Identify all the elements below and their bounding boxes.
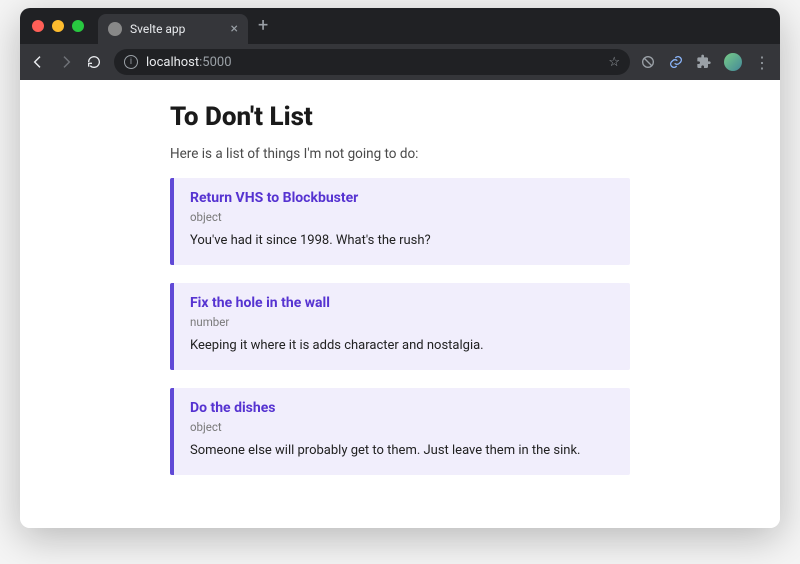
item-description: Keeping it where it is adds character an… [190,337,614,356]
window-maximize-button[interactable] [72,20,84,32]
titlebar: Svelte app × + [20,8,780,44]
browser-window: Svelte app × + i localhost:5000 ☆ [20,8,780,528]
link-icon[interactable] [668,54,684,70]
browser-toolbar: i localhost:5000 ☆ ⋮ [20,44,780,80]
item-title: Return VHS to Blockbuster [190,190,614,206]
item-description: You've had it since 1998. What's the rus… [190,232,614,251]
list-item: Return VHS to Blockbuster object You've … [170,178,630,265]
page-title: To Don't List [170,102,630,132]
item-description: Someone else will probably get to them. … [190,442,614,461]
bookmark-star-icon[interactable]: ☆ [608,55,620,70]
toolbar-right: ⋮ [640,53,770,72]
window-close-button[interactable] [32,20,44,32]
window-controls [32,20,84,32]
item-type: number [190,315,614,329]
page-intro: Here is a list of things I'm not going t… [170,146,630,162]
new-tab-button[interactable]: + [258,17,268,35]
list-item: Do the dishes object Someone else will p… [170,388,630,475]
tab-favicon [108,22,122,36]
back-button[interactable] [30,54,48,70]
item-type: object [190,210,614,224]
item-type: object [190,420,614,434]
item-title: Do the dishes [190,400,614,416]
window-minimize-button[interactable] [52,20,64,32]
browser-menu-button[interactable]: ⋮ [754,53,770,72]
page-content: To Don't List Here is a list of things I… [170,102,630,475]
reload-button[interactable] [86,54,104,70]
address-port: :5000 [199,55,231,70]
browser-tab[interactable]: Svelte app × [98,14,248,44]
address-host: localhost [146,55,199,70]
forward-button[interactable] [58,54,76,70]
tab-close-icon[interactable]: × [231,22,238,36]
blocker-icon[interactable] [640,54,656,70]
list-item: Fix the hole in the wall number Keeping … [170,283,630,370]
tab-title: Svelte app [130,22,185,36]
site-info-icon[interactable]: i [124,55,138,69]
profile-avatar[interactable] [724,53,742,71]
item-title: Fix the hole in the wall [190,295,614,311]
page-viewport: To Don't List Here is a list of things I… [20,80,780,528]
extensions-icon[interactable] [696,54,712,70]
address-bar[interactable]: i localhost:5000 ☆ [114,49,630,75]
